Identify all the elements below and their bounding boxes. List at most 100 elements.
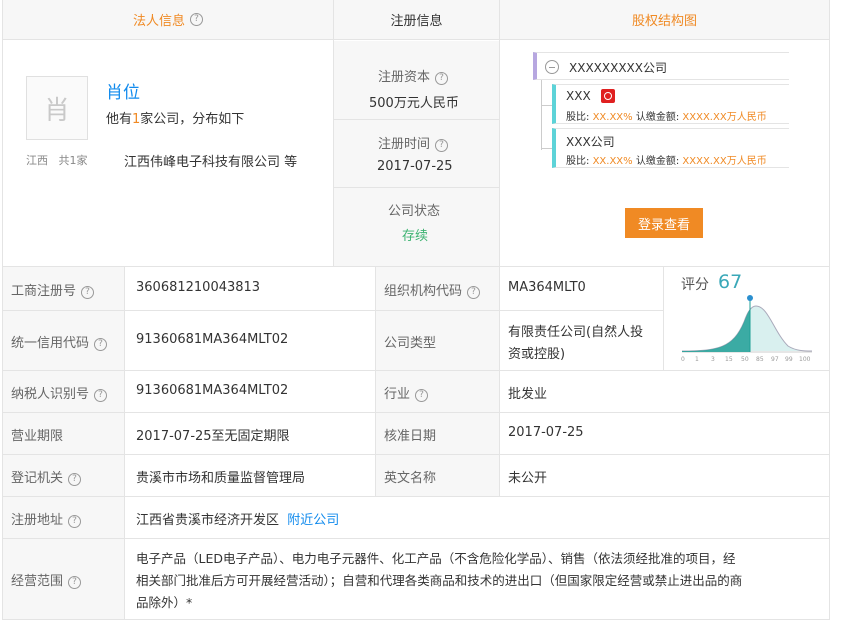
tick-label: 1 [695, 356, 699, 363]
row-label: 工商注册号? [11, 280, 95, 299]
score-marker-dot [747, 295, 753, 301]
row-label-text: 组织机构代码 [384, 284, 463, 299]
company-type-label: 公司类型 [384, 336, 437, 351]
shareholder-ratio: 股比: XX.XX% 认缴金额: XXXX.XX万人民币 [566, 152, 767, 167]
scope-line: 相关部门批准后方可开展经营活动）；自营和代理各类商品和技术的进出口（但国家限定经… [136, 573, 743, 588]
help-icon[interactable]: ? [68, 473, 82, 486]
row-label: 统一信用代码? [11, 332, 108, 351]
tab-legal-info[interactable]: 法人信息? [3, 0, 333, 40]
region-count: 共1家 [58, 154, 88, 167]
help-icon[interactable]: ? [435, 72, 449, 85]
avatar: 肖 [26, 76, 88, 140]
status-label: 公司状态 [388, 204, 441, 219]
divider [3, 412, 124, 413]
tab-equity-chart[interactable]: 股权结构图 [500, 0, 829, 40]
help-icon[interactable]: ? [415, 389, 429, 402]
divider [3, 370, 124, 371]
sub-label: 认缴金额: [635, 112, 680, 123]
row-label: 组织机构代码? [384, 280, 481, 299]
tax-id-value: 91360681MA364MLT02 [136, 383, 289, 398]
row-label: 登记机关? [11, 467, 82, 486]
login-view-button[interactable]: 登录查看 [625, 208, 703, 238]
industry-value: 批发业 [508, 387, 548, 402]
help-icon[interactable]: ? [94, 389, 108, 402]
divider [375, 266, 376, 496]
row-label: 英文名称 [384, 471, 437, 486]
score-distribution-chart: 0 1 3 15 50 85 97 99 100 [681, 295, 813, 363]
reg-date-label: 注册时间? [378, 133, 449, 152]
registration-authority-value: 贵溪市市场和质量监督管理局 [136, 471, 306, 486]
tick-label: 100 [799, 356, 811, 363]
tab-reg-info[interactable]: 注册信息 [334, 0, 499, 40]
tick-label: 97 [771, 356, 779, 363]
score-label: 评分 [681, 277, 709, 293]
person-name[interactable]: 肖位 [106, 78, 140, 103]
score-value: 67 [718, 271, 743, 293]
tree-node-shareholder[interactable]: XXX 股比: XX.XX% 认缴金额: XXXX.XX万人民币 [552, 84, 789, 124]
credit-code-value: 91360681MA364MLT02 [136, 332, 289, 347]
row-label: 注册地址? [11, 509, 82, 528]
ratio-value: XX.XX% [592, 156, 633, 167]
row-label: 纳税人识别号? [11, 383, 108, 402]
help-icon[interactable]: ? [68, 576, 82, 589]
capital-label-text: 注册资本 [378, 70, 431, 85]
person-company-link[interactable]: 江西伟峰电子科技有限公司 等 [124, 151, 297, 170]
help-icon[interactable]: ? [68, 515, 82, 528]
row-label: 营业期限 [11, 429, 64, 444]
row-label-text: 登记机关 [11, 471, 64, 486]
divider [376, 412, 499, 413]
divider [376, 454, 499, 455]
english-name-value: 未公开 [508, 471, 548, 486]
divider [3, 538, 829, 539]
help-icon[interactable]: ? [435, 139, 449, 152]
ratio-value: XX.XX% [592, 112, 633, 123]
status-value: 存续 [402, 229, 429, 244]
chart-score-fill [682, 309, 750, 352]
tick-label: 0 [681, 356, 685, 363]
divider [663, 266, 664, 370]
tree-connector [541, 148, 552, 149]
company-type-value-1: 有限责任公司(自然人投 [508, 325, 644, 340]
tree-root-label: XXXXXXXXX公司 [569, 61, 667, 75]
divider [376, 370, 499, 371]
row-label: 经营范围? [11, 570, 82, 589]
tab-legal-info-label: 法人信息 [132, 14, 185, 29]
sub-value: XXXX.XX万人民币 [682, 112, 767, 123]
divider [334, 187, 499, 188]
tick-label: 50 [741, 356, 749, 363]
help-icon[interactable]: ? [467, 286, 481, 299]
companies-prefix: 他有 [106, 112, 133, 127]
row-label-text: 行业 [384, 387, 411, 402]
tree-root-node[interactable]: XXXXXXXXX公司 [533, 52, 789, 80]
collapse-icon[interactable] [545, 60, 559, 74]
approval-date-value: 2017-07-25 [508, 425, 584, 440]
tick-label: 85 [756, 356, 764, 363]
divider [3, 454, 124, 455]
shareholder-name: XXX公司 [566, 135, 615, 149]
help-icon[interactable]: ? [81, 286, 95, 299]
person-region: 江西 共1家 [26, 152, 88, 168]
divider [499, 0, 500, 266]
nearby-companies-link[interactable]: 附近公司 [287, 513, 339, 528]
companies-suffix: 家公司，分布如下 [140, 112, 245, 127]
divider [3, 496, 829, 497]
help-icon[interactable]: ? [94, 338, 108, 351]
row-label-text: 统一信用代码 [11, 336, 90, 351]
tick-label: 15 [725, 356, 733, 363]
sub-label: 认缴金额: [635, 156, 680, 167]
tick-label: 99 [785, 356, 793, 363]
divider [3, 538, 124, 539]
company-type-value-2: 资或控股) [508, 347, 566, 362]
capital-value: 500万元人民币 [369, 96, 459, 111]
tree-node-company[interactable]: XXX公司 股比: XX.XX% 认缴金额: XXXX.XX万人民币 [552, 128, 789, 168]
divider [3, 310, 124, 311]
tab-equity-label: 股权结构图 [631, 14, 697, 29]
row-label-text: 工商注册号 [11, 284, 77, 299]
ratio-label: 股比: [566, 112, 590, 123]
help-icon[interactable]: ? [190, 13, 203, 26]
divider [124, 266, 125, 620]
org-code-value: MA364MLT0 [508, 280, 586, 295]
person-badge-icon [601, 89, 615, 103]
shareholder-name: XXX [566, 89, 591, 103]
row-label: 核准日期 [384, 429, 437, 444]
